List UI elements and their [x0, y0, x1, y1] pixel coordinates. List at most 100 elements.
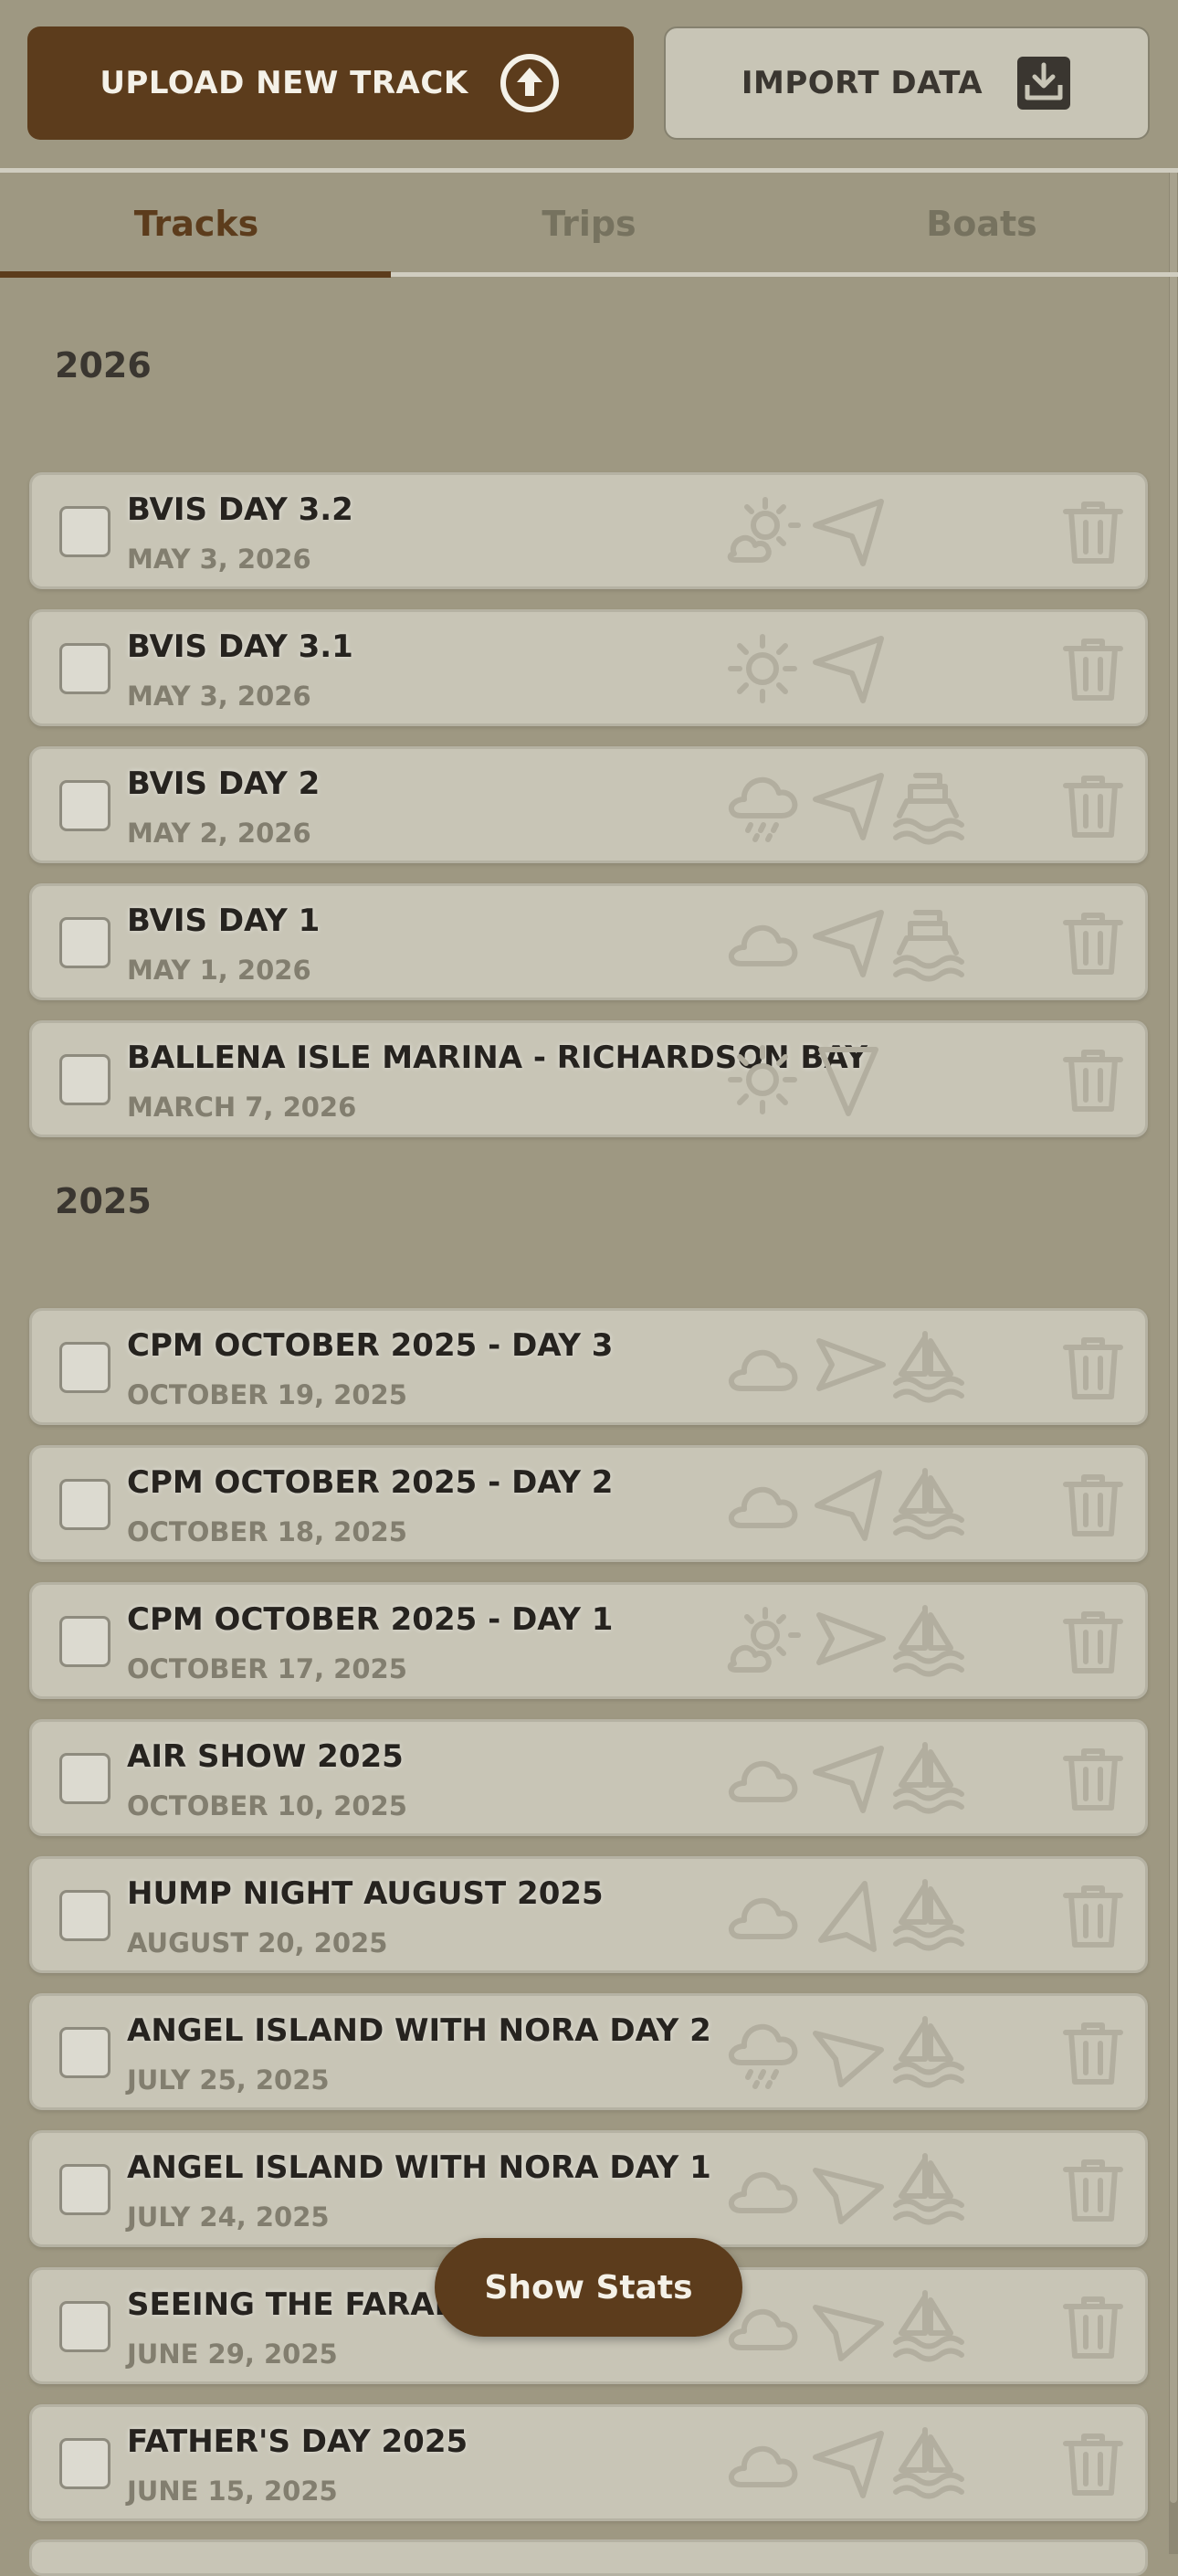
- track-card[interactable]: BALLENA ISLE MARINA - RICHARDSON BAY MARC…: [29, 1020, 1148, 1137]
- year-heading: 2025: [55, 1181, 152, 1221]
- cloud-icon: [723, 1876, 802, 1955]
- track-date: JULY 25, 2025: [127, 2064, 330, 2096]
- select-checkbox[interactable]: [59, 1479, 110, 1530]
- track-card[interactable]: CPM OCTOBER 2025 - DAY 1 OCTOBER 17, 2025: [29, 1582, 1148, 1699]
- select-checkbox[interactable]: [59, 2301, 110, 2352]
- track-date: OCTOBER 19, 2025: [127, 1379, 407, 1410]
- tab-bar: Tracks Trips Boats: [0, 173, 1178, 275]
- track-card[interactable]: ANGEL ISLAND WITH NORA DAY 1 JULY 24, 202…: [29, 2130, 1148, 2247]
- trash-icon[interactable]: [1057, 1879, 1130, 1952]
- cloud-icon: [723, 2150, 802, 2229]
- track-title: CPM OCTOBER 2025 - DAY 1: [127, 1601, 614, 1638]
- track-card[interactable]: HUMP NIGHT AUGUST 2025 AUGUST 20, 2025: [29, 1856, 1148, 1973]
- ferry-icon: [889, 903, 967, 982]
- select-checkbox[interactable]: [59, 506, 110, 557]
- select-checkbox[interactable]: [59, 1753, 110, 1804]
- track-title: HUMP NIGHT AUGUST 2025: [127, 1875, 604, 1912]
- sailboat-icon: [889, 1328, 967, 1407]
- show-stats-button[interactable]: Show Stats: [435, 2238, 742, 2337]
- track-title: BVIS DAY 3.1: [127, 628, 353, 665]
- cloud-icon: [723, 1465, 802, 1544]
- tab-boats[interactable]: Boats: [785, 173, 1178, 275]
- track-card[interactable]: ANGEL ISLAND WITH NORA DAY 2 JULY 25, 202…: [29, 1993, 1148, 2110]
- select-checkbox[interactable]: [59, 1890, 110, 1941]
- select-checkbox[interactable]: [59, 780, 110, 831]
- track-card[interactable]: BVIS DAY 1 MAY 1, 2026: [29, 883, 1148, 1000]
- track-date: AUGUST 20, 2025: [127, 1927, 388, 1958]
- select-checkbox[interactable]: [59, 2438, 110, 2489]
- import-data-button[interactable]: IMPORT DATA: [664, 26, 1150, 140]
- sailboat-icon: [889, 2013, 967, 2092]
- trash-icon[interactable]: [1057, 1742, 1130, 1815]
- select-checkbox[interactable]: [59, 1616, 110, 1667]
- active-tab-indicator: [0, 271, 391, 278]
- partly-sunny-icon: [723, 1602, 802, 1681]
- sailboat-icon: [889, 1876, 967, 1955]
- sun-icon: [723, 1040, 802, 1119]
- wind-direction-icon: [808, 2424, 887, 2503]
- trash-icon[interactable]: [1057, 632, 1130, 705]
- track-card[interactable]: BVIS DAY 3.1 MAY 3, 2026: [29, 609, 1148, 726]
- download-tray-icon: [1015, 55, 1072, 111]
- track-card[interactable]: CPM OCTOBER 2025 - DAY 2 OCTOBER 18, 2025: [29, 1445, 1148, 1562]
- track-card[interactable]: FATHER'S DAY 2025 JUNE 15, 2025: [29, 2404, 1148, 2521]
- track-title: BVIS DAY 3.2: [127, 491, 353, 528]
- ferry-icon: [889, 766, 967, 845]
- cloud-icon: [723, 2424, 802, 2503]
- track-date: JULY 24, 2025: [127, 2201, 330, 2233]
- select-checkbox[interactable]: [59, 643, 110, 694]
- scrollbar[interactable]: [1169, 0, 1178, 2554]
- trash-icon[interactable]: [1057, 769, 1130, 842]
- track-title: AIR SHOW 2025: [127, 1738, 404, 1775]
- track-title: ANGEL ISLAND WITH NORA DAY 2: [127, 2012, 711, 2049]
- tab-trips[interactable]: Trips: [393, 173, 785, 275]
- track-date: OCTOBER 18, 2025: [127, 1516, 407, 1547]
- import-label: IMPORT DATA: [741, 65, 983, 101]
- wind-direction-icon: [808, 2287, 887, 2366]
- track-date: MAY 3, 2026: [127, 544, 311, 575]
- wind-direction-icon: [808, 492, 887, 571]
- track-title: BVIS DAY 1: [127, 903, 321, 939]
- track-date: JUNE 15, 2025: [127, 2476, 338, 2507]
- upload-label: UPLOAD NEW TRACK: [100, 65, 468, 101]
- wind-direction-icon: [808, 629, 887, 708]
- track-card[interactable]: AIR SHOW 2025 OCTOBER 10, 2025: [29, 1719, 1148, 1836]
- trash-icon[interactable]: [1057, 1331, 1130, 1404]
- trash-icon[interactable]: [1057, 2427, 1130, 2500]
- upload-new-track-button[interactable]: UPLOAD NEW TRACK: [27, 26, 634, 140]
- track-title: ANGEL ISLAND WITH NORA DAY 1: [127, 2149, 711, 2186]
- trash-icon[interactable]: [1057, 1468, 1130, 1541]
- cloud-icon: [723, 903, 802, 982]
- track-card[interactable]: CPM OCTOBER 2025 - DAY 3 OCTOBER 19, 2025: [29, 1308, 1148, 1425]
- select-checkbox[interactable]: [59, 2164, 110, 2215]
- track-date: MARCH 7, 2026: [127, 1092, 357, 1123]
- track-date: MAY 1, 2026: [127, 955, 311, 986]
- track-card[interactable]: [29, 2539, 1148, 2576]
- sailboat-icon: [889, 2150, 967, 2229]
- trash-icon[interactable]: [1057, 906, 1130, 979]
- trash-icon[interactable]: [1057, 1605, 1130, 1678]
- trash-icon[interactable]: [1057, 2290, 1130, 2363]
- cloud-icon: [723, 1328, 802, 1407]
- tab-tracks[interactable]: Tracks: [0, 173, 393, 275]
- select-checkbox[interactable]: [59, 917, 110, 968]
- track-date: OCTOBER 10, 2025: [127, 1790, 407, 1821]
- track-date: MAY 3, 2026: [127, 681, 311, 712]
- scrollbar-thumb[interactable]: [1170, 37, 1177, 2503]
- track-title: CPM OCTOBER 2025 - DAY 2: [127, 1464, 614, 1501]
- sailboat-icon: [889, 1602, 967, 1681]
- track-title: SEEING THE FARALL: [127, 2286, 474, 2323]
- trash-icon[interactable]: [1057, 495, 1130, 568]
- cloud-icon: [723, 1739, 802, 1818]
- select-checkbox[interactable]: [59, 2027, 110, 2078]
- trash-icon[interactable]: [1057, 1043, 1130, 1116]
- select-checkbox[interactable]: [59, 1342, 110, 1393]
- wind-direction-icon: [808, 2013, 887, 2092]
- track-card[interactable]: BVIS DAY 3.2 MAY 3, 2026: [29, 472, 1148, 589]
- trash-icon[interactable]: [1057, 2016, 1130, 2089]
- track-title: BVIS DAY 2: [127, 765, 321, 802]
- trash-icon[interactable]: [1057, 2153, 1130, 2226]
- wind-direction-icon: [808, 1602, 887, 1681]
- track-card[interactable]: BVIS DAY 2 MAY 2, 2026: [29, 746, 1148, 863]
- select-checkbox[interactable]: [59, 1054, 110, 1105]
